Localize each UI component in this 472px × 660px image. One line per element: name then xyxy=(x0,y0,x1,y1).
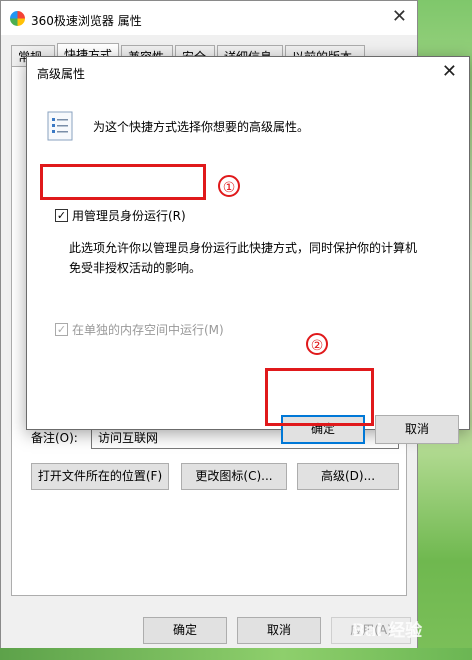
run-as-admin-checkbox[interactable]: ✓ xyxy=(55,209,68,222)
advanced-body: 为这个快捷方式选择你想要的高级属性。 ✓ 用管理员身份运行(R) 此选项允许你以… xyxy=(27,88,469,444)
separate-memory-checkbox: ✓ xyxy=(55,323,68,336)
properties-ok-button[interactable]: 确定 xyxy=(143,617,227,644)
ok-button-highlight xyxy=(265,368,374,426)
run-as-admin-highlight xyxy=(40,164,206,200)
document-list-icon xyxy=(47,111,73,141)
desktop-wallpaper-bottom xyxy=(0,648,472,660)
advanced-button[interactable]: 高级(D)... xyxy=(297,463,399,490)
advanced-titlebar: 高级属性 ✕ xyxy=(27,57,469,88)
advanced-description: 为这个快捷方式选择你想要的高级属性。 xyxy=(93,120,310,134)
run-as-admin-info: 此选项允许你以管理员身份运行此快捷方式，同时保护你的计算机 免受非授权活动的影响… xyxy=(69,238,417,278)
advanced-title: 高级属性 xyxy=(37,67,86,81)
comment-label: 备注(O): xyxy=(31,431,78,445)
advanced-close-icon[interactable]: ✕ xyxy=(442,61,457,82)
properties-close-icon[interactable]: ✕ xyxy=(392,8,407,26)
properties-title: 360极速浏览器 属性 xyxy=(31,14,142,28)
browser-app-icon xyxy=(10,11,25,26)
step-2-marker: ② xyxy=(306,333,328,355)
run-as-admin-checkbox-row[interactable]: ✓ 用管理员身份运行(R) xyxy=(55,207,186,224)
advanced-properties-dialog: 高级属性 ✕ 为这个快捷方式选择你想要的高级属性。 ✓ 用管理员身份运行(R) … xyxy=(26,56,470,444)
change-icon-button[interactable]: 更改图标(C)... xyxy=(181,463,287,490)
step-1-marker: ① xyxy=(218,175,240,197)
properties-cancel-button[interactable]: 取消 xyxy=(237,617,321,644)
run-as-admin-label: 用管理员身份运行(R) xyxy=(72,209,186,223)
open-file-location-button[interactable]: 打开文件所在的位置(F) xyxy=(31,463,169,490)
properties-titlebar: 360极速浏览器 属性 ✕ xyxy=(1,1,417,35)
info-line-2: 免受非授权活动的影响。 xyxy=(69,261,202,275)
baidu-watermark: Bai 经验 xyxy=(352,621,423,641)
separate-memory-label: 在单独的内存空间中运行(M) xyxy=(72,323,224,337)
separate-memory-checkbox-row: ✓ 在单独的内存空间中运行(M) xyxy=(55,321,224,338)
info-line-1: 此选项允许你以管理员身份运行此快捷方式，同时保护你的计算机 xyxy=(69,241,418,255)
advanced-cancel-button[interactable]: 取消 xyxy=(375,415,459,444)
